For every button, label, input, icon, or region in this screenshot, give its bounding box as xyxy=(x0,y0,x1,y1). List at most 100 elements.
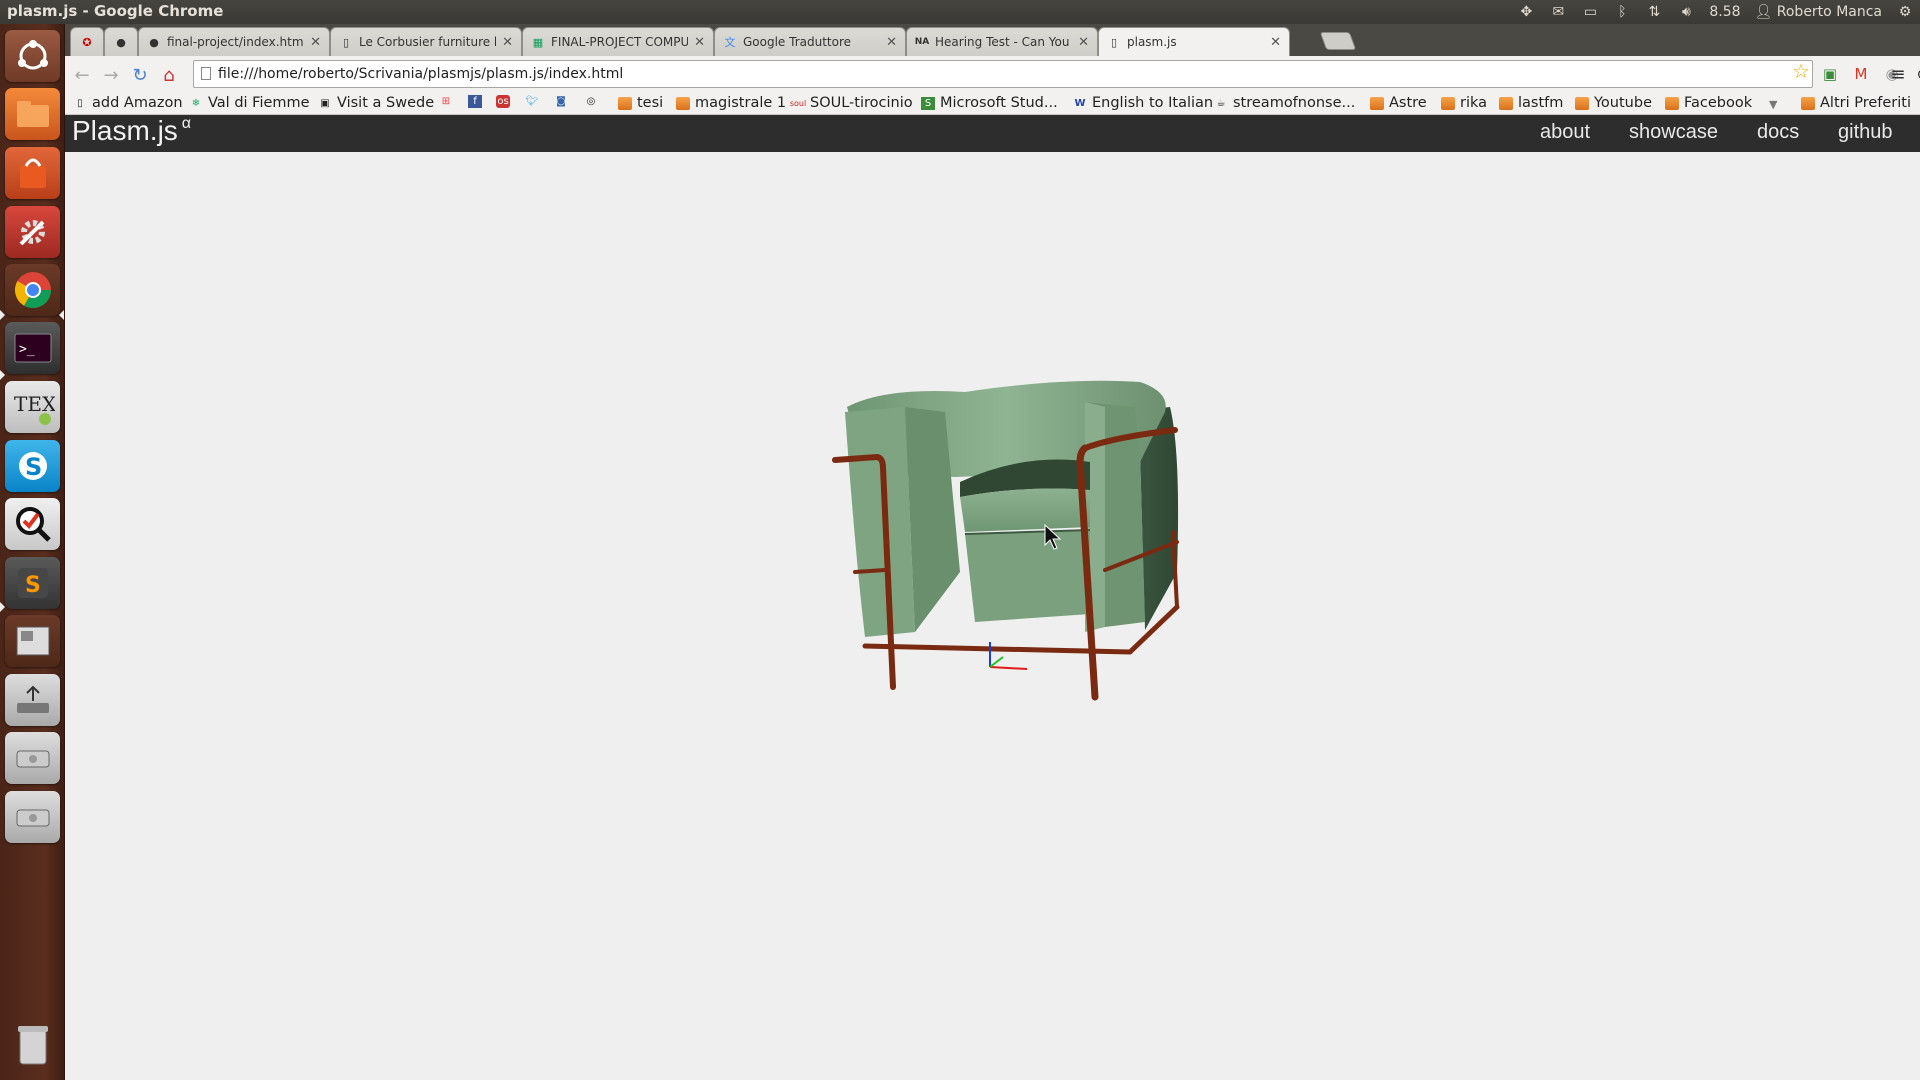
tab-pinned[interactable]: ✪ xyxy=(70,27,104,56)
reload-icon[interactable]: ↻ xyxy=(129,64,151,86)
microsoft-icon: S xyxy=(921,96,935,110)
tab-title: Hearing Test - Can You He xyxy=(935,35,1072,49)
files-icon[interactable] xyxy=(5,88,60,140)
twitter-icon: 🐦︎ xyxy=(525,96,539,107)
tab-close-icon[interactable]: ✕ xyxy=(886,35,897,50)
bookmark[interactable]: ❄ Val di Fiemme xyxy=(189,95,310,111)
bookmark-star-icon[interactable]: ☆ xyxy=(1792,59,1810,83)
bookmark[interactable]: os xyxy=(496,95,515,108)
bookmark[interactable]: ⊞ xyxy=(439,95,458,108)
nav-github[interactable]: github xyxy=(1838,121,1893,144)
drive-icon[interactable] xyxy=(5,791,60,843)
bookmark-folder[interactable]: rika xyxy=(1441,95,1487,111)
bookmark-label: streamofnonse... xyxy=(1233,95,1356,111)
forward-arrow-icon[interactable]: → xyxy=(100,64,122,86)
nav-showcase[interactable]: showcase xyxy=(1629,121,1718,144)
tab-close-icon[interactable]: ✕ xyxy=(1270,35,1281,50)
translate-icon: 文 xyxy=(724,36,736,49)
bookmark[interactable]: ☕︎ streamofnonse... xyxy=(1214,95,1356,111)
brand-alpha: α xyxy=(181,115,192,132)
wr-icon: W xyxy=(1074,97,1086,109)
scene-svg xyxy=(832,380,1180,701)
volume-icon[interactable]: 🔊︎ xyxy=(1677,1,1695,23)
workspace-switcher-icon[interactable] xyxy=(5,615,60,667)
running-indicator xyxy=(0,370,5,380)
chrome-icon[interactable] xyxy=(5,264,60,316)
new-tab-button[interactable] xyxy=(1319,32,1357,50)
terminal-icon[interactable]: >_ xyxy=(5,322,60,374)
site-brand[interactable]: Plasm.js α xyxy=(72,115,191,147)
network-icon[interactable]: ⇅ xyxy=(1645,1,1663,23)
folder-icon xyxy=(676,96,690,110)
tab[interactable]: ● final-project/index.html a ✕ xyxy=(138,27,330,56)
address-bar[interactable]: file:///home/roberto/Scrivania/plasmjs/p… xyxy=(193,60,1813,88)
drive-icon[interactable] xyxy=(5,732,60,784)
skype-icon[interactable]: S xyxy=(5,440,60,492)
system-settings-icon[interactable] xyxy=(5,206,60,258)
tab-close-icon[interactable]: ✕ xyxy=(694,35,705,50)
tab-close-icon[interactable]: ✕ xyxy=(310,35,321,50)
trash-icon[interactable] xyxy=(5,1019,60,1071)
chair-seat-front xyxy=(960,488,1090,532)
user-menu[interactable]: 👤︎ Roberto Manca xyxy=(1755,1,1882,23)
folder-icon xyxy=(1575,96,1589,110)
bookmark-label: magistrale 1 xyxy=(695,95,787,111)
armchair-model xyxy=(845,380,1179,637)
bookmark[interactable]: soul SOUL-tirocinio xyxy=(790,95,913,111)
search-tool-icon[interactable] xyxy=(5,498,60,550)
bookmark-folder[interactable]: Facebook xyxy=(1665,95,1752,111)
3d-viewer-canvas[interactable] xyxy=(65,152,1920,1080)
other-bookmarks-label: Altri Preferiti xyxy=(1820,95,1912,111)
bookmark[interactable]: ◎ xyxy=(584,95,603,108)
settings-gear-icon[interactable]: ⚙ xyxy=(1896,1,1914,23)
bluetooth-icon[interactable]: ᛒ xyxy=(1613,1,1631,23)
bookmark[interactable]: ▣ Visit a Swede xyxy=(318,95,434,111)
tab-pinned[interactable]: ● xyxy=(104,27,138,56)
bookmark-folder[interactable]: Astre xyxy=(1370,95,1427,111)
user-icon: 👤︎ xyxy=(1754,4,1773,20)
extension-icon[interactable]: ▣ xyxy=(1820,64,1840,84)
bookmark-folder[interactable]: lastfm xyxy=(1499,95,1563,111)
tab-close-icon[interactable]: ✕ xyxy=(502,35,513,50)
bookmark[interactable]: 🐦︎ xyxy=(525,95,544,108)
back-arrow-icon[interactable]: ← xyxy=(71,64,93,86)
tab[interactable]: ▦ FINAL-PROJECT COMPUTI ✕ xyxy=(522,27,714,56)
tab-active[interactable]: ▯ plasm.js ✕ xyxy=(1098,27,1290,56)
home-icon[interactable]: ⌂ xyxy=(158,64,180,86)
tab[interactable]: ▯ Le Corbusier furniture by ✕ xyxy=(330,27,522,56)
bookmark[interactable]: S Microsoft Stud... xyxy=(921,95,1058,111)
bookmark[interactable]: ◙ xyxy=(554,95,573,108)
nav-about[interactable]: about xyxy=(1540,121,1590,144)
bookmark-folder[interactable]: magistrale 1 xyxy=(676,95,786,111)
bookmark-folder[interactable]: tesi xyxy=(618,95,663,111)
globe-icon[interactable]: ⊕ xyxy=(1913,64,1920,84)
dropbox-icon[interactable]: ✥ xyxy=(1517,1,1535,23)
chair-seat-lower xyxy=(965,530,1090,622)
sublime-text-icon[interactable]: S xyxy=(5,557,60,609)
bookmark[interactable]: f xyxy=(468,95,487,108)
browser-toolbar: ← → ↻ ⌂ file:///home/roberto/Scrivania/p… xyxy=(65,56,1920,93)
battery-icon[interactable]: ▭ xyxy=(1581,1,1599,23)
nav-docs[interactable]: docs xyxy=(1757,121,1799,144)
usb-drive-icon[interactable] xyxy=(5,674,60,726)
tab-close-icon[interactable]: ✕ xyxy=(1078,35,1089,50)
software-center-icon[interactable] xyxy=(5,147,60,199)
other-bookmarks[interactable]: Altri Preferiti xyxy=(1801,95,1911,111)
folder-icon xyxy=(618,96,632,110)
mail-icon[interactable]: ✉ xyxy=(1549,1,1567,23)
clock[interactable]: 8.58 xyxy=(1709,1,1740,23)
gmail-icon[interactable]: M xyxy=(1851,64,1871,84)
tab-strip: ✪ ● ● final-project/index.html a ✕ ▯ Le … xyxy=(65,24,1920,56)
dash-home-icon[interactable] xyxy=(5,30,60,82)
tab[interactable]: 文 Google Traduttore ✕ xyxy=(714,27,906,56)
tab-title: plasm.js xyxy=(1127,35,1177,49)
bookmark[interactable]: ▯ add Amazon xyxy=(73,95,182,111)
tab[interactable]: NA Hearing Test - Can You He ✕ xyxy=(906,27,1098,56)
focused-indicator xyxy=(59,310,64,320)
bookmarks-overflow-chevron-icon[interactable]: ▼ xyxy=(1769,98,1777,111)
bookmark-folder[interactable]: Youtube xyxy=(1575,95,1652,111)
chrome-menu-icon[interactable]: ≡ xyxy=(1888,64,1908,85)
texmaker-icon[interactable]: TEX xyxy=(5,381,60,433)
bookmark-label: Facebook xyxy=(1684,95,1753,111)
bookmark[interactable]: W English to Italian xyxy=(1073,95,1213,111)
